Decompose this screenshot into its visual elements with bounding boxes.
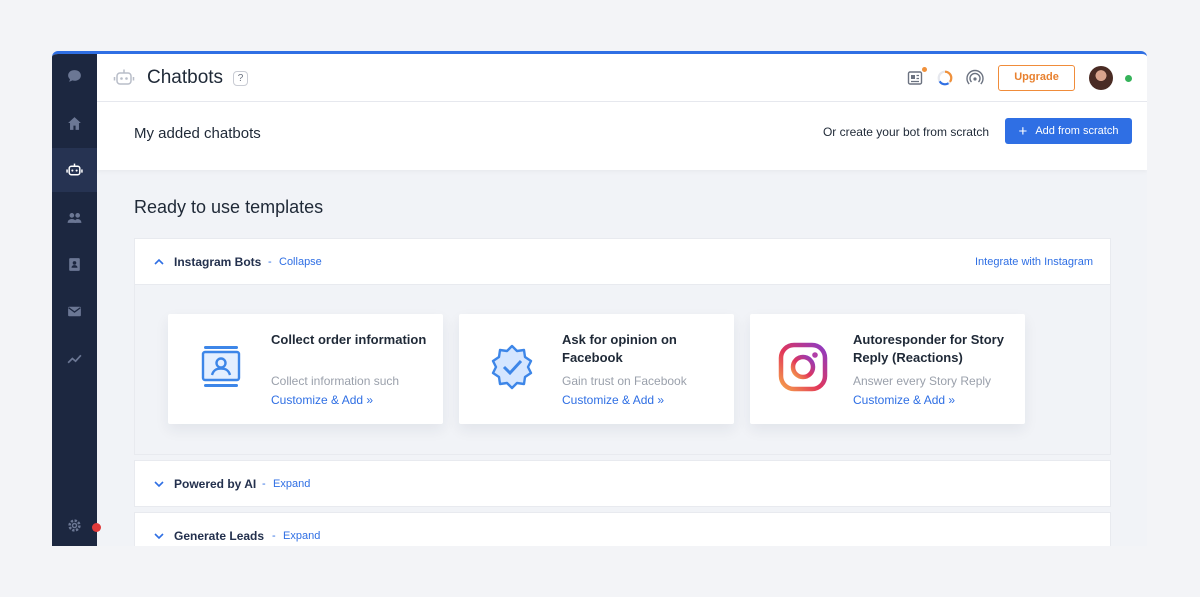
sidebar-item-conversations[interactable] [52, 54, 97, 98]
page-title: Chatbots [147, 67, 224, 88]
accordion-separator: - [268, 256, 272, 268]
chevron-up-icon[interactable] [153, 256, 165, 268]
card-title: Ask for opinion on Facebook [562, 332, 677, 365]
online-status-dot [1125, 75, 1132, 82]
chevron-down-icon[interactable] [153, 478, 165, 490]
template-card[interactable]: Autoresponder for Story Reply (Reactions… [750, 314, 1025, 424]
accordion-body: Collect order information Collect inform… [135, 284, 1110, 454]
accordion-separator: - [272, 530, 276, 542]
my-chatbots-title: My added chatbots [134, 125, 261, 142]
expand-link[interactable]: Expand [273, 478, 310, 490]
trend-chart-icon [67, 354, 82, 363]
customize-add-link[interactable]: Customize & Add » [853, 393, 955, 407]
customize-add-link[interactable]: Customize & Add » [271, 393, 373, 407]
customize-add-link[interactable]: Customize & Add » [562, 393, 664, 407]
card-description: Collect information such [271, 374, 400, 388]
expand-link[interactable]: Expand [283, 530, 320, 542]
news-icon[interactable] [906, 67, 927, 87]
collapse-link[interactable]: Collapse [279, 256, 322, 268]
broadcast-icon[interactable] [966, 69, 984, 87]
sidebar-item-analytics[interactable] [52, 336, 97, 380]
subheader: My added chatbots Or create your bot fro… [97, 102, 1147, 170]
contact-card-icon [201, 346, 241, 387]
top-bar: Chatbots ? Upgrade [97, 54, 1147, 102]
upgrade-button[interactable]: Upgrade [998, 65, 1075, 91]
mail-icon [68, 306, 81, 316]
sidebar-item-address-book[interactable] [52, 242, 97, 286]
app-window: Chatbots ? Upgrade My added chatbots Or … [52, 51, 1147, 546]
accordion-powered-by-ai: Powered by AI - Expand [134, 460, 1111, 507]
template-card[interactable]: Ask for opinion on Facebook Gain trust o… [459, 314, 734, 424]
sidebar-item-contacts[interactable] [52, 195, 97, 239]
news-badge [922, 67, 927, 72]
card-description: Gain trust on Facebook [562, 374, 687, 388]
robot-icon [66, 163, 83, 175]
robot-icon [113, 69, 135, 85]
accordion-label: Generate Leads [174, 529, 265, 543]
templates-title: Ready to use templates [134, 197, 324, 217]
plus-icon: + [1018, 122, 1028, 140]
address-book-icon [69, 257, 80, 271]
accordion-label: Powered by AI [174, 477, 257, 491]
accordion-separator: - [262, 478, 266, 490]
create-hint: Or create your bot from scratch [822, 125, 989, 139]
gear-icon [68, 518, 81, 532]
sidebar-item-campaigns[interactable] [52, 289, 97, 333]
accordion-header[interactable]: Generate Leads - Expand [135, 513, 1110, 546]
users-icon [67, 212, 82, 223]
card-description: Answer every Story Reply [853, 374, 992, 388]
integrate-instagram-link[interactable]: Integrate with Instagram [975, 256, 1093, 268]
accordion-header[interactable]: Instagram Bots - Collapse Integrate with… [135, 239, 1110, 284]
avatar[interactable] [1089, 66, 1113, 90]
add-from-scratch-label: Add from scratch [1035, 125, 1119, 137]
instagram-icon [778, 342, 828, 392]
help-icon[interactable]: ? [233, 71, 248, 86]
sidebar [52, 54, 101, 546]
sidebar-item-chatbots[interactable] [52, 148, 97, 192]
sidebar-item-settings[interactable] [52, 503, 97, 546]
progress-ring-icon[interactable] [936, 69, 954, 87]
template-card[interactable]: Collect order information Collect inform… [168, 314, 443, 424]
top-icons [906, 67, 984, 87]
chevron-down-icon[interactable] [153, 530, 165, 542]
card-title: Collect order information [271, 332, 427, 347]
sidebar-item-home[interactable] [52, 101, 97, 145]
accordion-instagram-bots: Instagram Bots - Collapse Integrate with… [134, 238, 1111, 455]
chat-bubble-icon [68, 69, 81, 82]
card-title: Autoresponder for Story Reply (Reactions… [853, 332, 1004, 365]
home-icon [68, 116, 81, 130]
accordion-header[interactable]: Powered by AI - Expand [135, 461, 1110, 506]
main-area: Chatbots ? Upgrade My added chatbots Or … [97, 54, 1147, 546]
accordion-generate-leads: Generate Leads - Expand [134, 512, 1111, 546]
verified-badge-icon [491, 344, 533, 390]
add-from-scratch-button[interactable]: + Add from scratch [1005, 118, 1132, 144]
accordion-label: Instagram Bots [174, 255, 262, 269]
